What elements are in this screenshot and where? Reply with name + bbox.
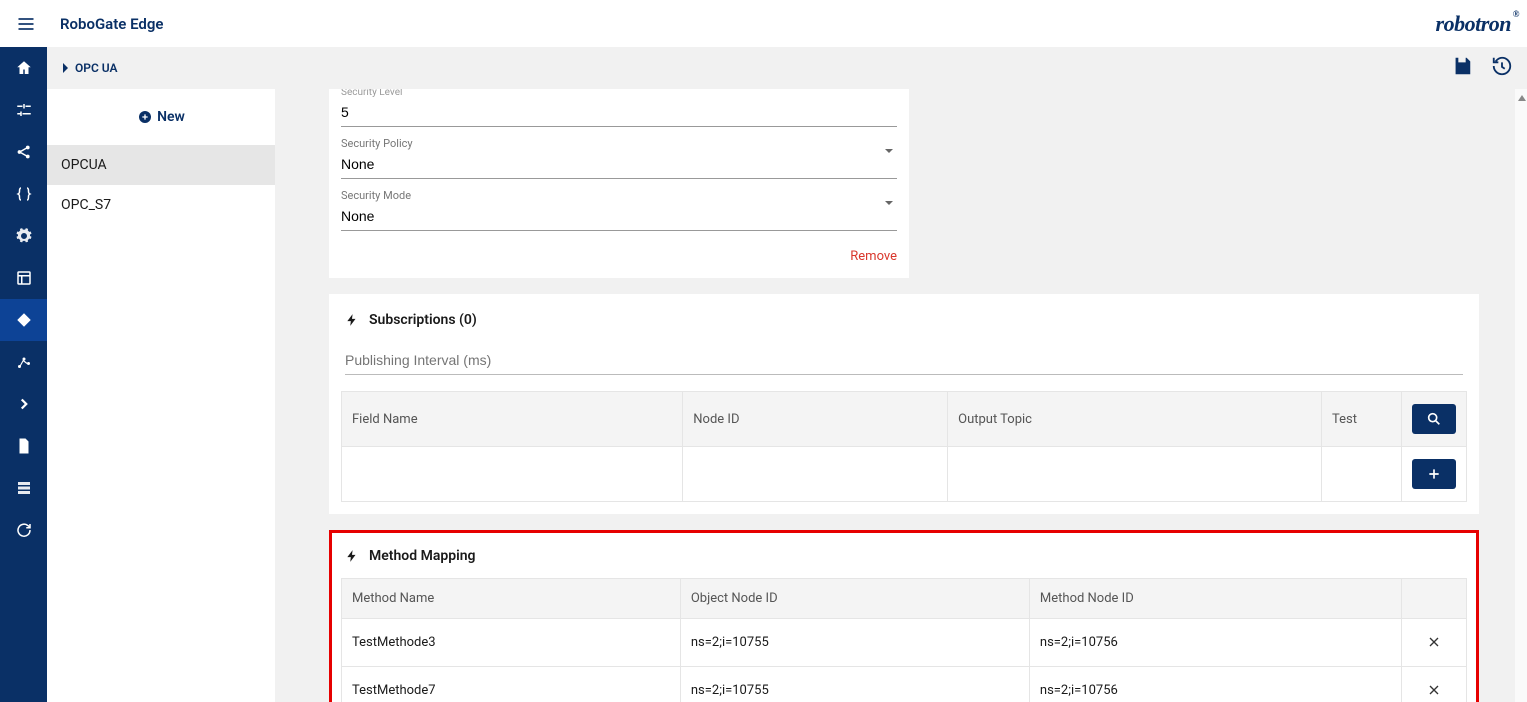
plus-icon xyxy=(1426,466,1442,482)
table-row: TestMethode7ns=2;i=10755ns=2;i=10756 xyxy=(342,667,1467,702)
security-policy-label: Security Policy xyxy=(341,137,897,150)
method-name-cell[interactable]: TestMethode3 xyxy=(342,619,681,667)
search-icon xyxy=(1426,411,1442,427)
method-node-id-cell[interactable]: ns=2;i=10756 xyxy=(1029,619,1401,667)
col-test: Test xyxy=(1322,392,1402,447)
bolt-icon xyxy=(345,549,359,563)
security-level-input[interactable] xyxy=(341,100,897,127)
method-mapping-title: Method Mapping xyxy=(369,548,476,564)
security-level-label-truncated: Security Level xyxy=(341,89,897,98)
remove-button[interactable]: Remove xyxy=(341,249,897,264)
nav-home[interactable] xyxy=(0,47,47,89)
nav-share[interactable] xyxy=(0,131,47,173)
search-nodes-button[interactable] xyxy=(1412,404,1456,434)
breadcrumb-label: OPC UA xyxy=(75,61,118,75)
refresh-icon xyxy=(15,521,33,539)
object-node-id-cell[interactable]: ns=2;i=10755 xyxy=(680,619,1029,667)
table-row: TestMethode3ns=2;i=10755ns=2;i=10756 xyxy=(342,619,1467,667)
object-node-id-cell[interactable]: ns=2;i=10755 xyxy=(680,667,1029,702)
plus-circle-icon xyxy=(137,109,153,125)
save-icon xyxy=(1451,55,1473,77)
nav-file[interactable] xyxy=(0,425,47,467)
chevron-down-icon xyxy=(883,145,895,157)
sidebar-item-opcua[interactable]: OPCUA xyxy=(47,145,275,185)
gear-icon xyxy=(15,227,33,245)
breadcrumb[interactable]: OPC UA xyxy=(61,61,118,75)
method-node-id-cell[interactable]: ns=2;i=10756 xyxy=(1029,667,1401,702)
share-icon xyxy=(15,143,33,161)
nav-stack[interactable] xyxy=(0,467,47,509)
security-card: Security Level Security Policy Security … xyxy=(329,89,909,278)
chevron-right-small-icon xyxy=(61,63,69,73)
file-icon xyxy=(15,437,33,455)
restore-icon xyxy=(1491,55,1513,77)
braces-icon xyxy=(15,185,33,203)
security-mode-select[interactable] xyxy=(341,204,897,231)
method-mapping-table: Method Name Object Node ID Method Node I… xyxy=(341,578,1467,702)
nav-diamond[interactable] xyxy=(0,299,47,341)
empty-cell[interactable] xyxy=(1322,447,1402,502)
diamond-icon xyxy=(15,311,33,329)
method-name-cell[interactable]: TestMethode7 xyxy=(342,667,681,702)
col-node-id: Node ID xyxy=(683,392,948,447)
nav-scatter[interactable] xyxy=(0,341,47,383)
chevron-right-icon xyxy=(15,395,33,413)
delete-row-button[interactable] xyxy=(1423,631,1445,653)
menu-toggle-icon[interactable] xyxy=(16,14,36,34)
layout-icon xyxy=(15,269,33,287)
subscriptions-card: Subscriptions (0) Field Name Node ID Out… xyxy=(329,294,1479,514)
security-mode-label: Security Mode xyxy=(341,189,897,202)
publishing-interval-input[interactable] xyxy=(345,348,1463,375)
method-mapping-card: Method Mapping Method Name Object Node I… xyxy=(329,530,1479,702)
add-subscription-button[interactable] xyxy=(1412,459,1456,489)
col-object-node-id: Object Node ID xyxy=(680,579,1029,619)
sidebar-item-opc-s7[interactable]: OPC_S7 xyxy=(47,185,275,225)
scatter-icon xyxy=(15,353,33,371)
col-action xyxy=(1402,392,1467,447)
new-button[interactable]: New xyxy=(47,89,275,145)
nav-layout[interactable] xyxy=(0,257,47,299)
app-title: RoboGate Edge xyxy=(60,15,163,33)
nav-braces[interactable] xyxy=(0,173,47,215)
nav-refresh[interactable] xyxy=(0,509,47,551)
empty-cell[interactable] xyxy=(683,447,948,502)
restore-button[interactable] xyxy=(1491,55,1513,81)
sliders-icon xyxy=(15,101,33,119)
left-nav xyxy=(0,47,47,702)
scrollbar[interactable] xyxy=(1515,89,1527,702)
subscriptions-title: Subscriptions (0) xyxy=(369,312,477,328)
col-output-topic: Output Topic xyxy=(948,392,1322,447)
nav-sliders[interactable] xyxy=(0,89,47,131)
chevron-down-icon xyxy=(883,197,895,209)
col-method-node-id: Method Node ID xyxy=(1029,579,1401,619)
stack-icon xyxy=(15,479,33,497)
col-action xyxy=(1402,579,1467,619)
bolt-icon xyxy=(345,313,359,327)
new-button-label: New xyxy=(157,109,185,125)
col-field-name: Field Name xyxy=(342,392,683,447)
col-method-name: Method Name xyxy=(342,579,681,619)
scroll-up-arrow-icon xyxy=(1518,93,1526,101)
brand-logo: robotron® xyxy=(1436,11,1511,37)
save-button[interactable] xyxy=(1451,55,1473,81)
home-icon xyxy=(15,59,33,77)
empty-cell[interactable] xyxy=(342,447,683,502)
nav-gear[interactable] xyxy=(0,215,47,257)
empty-cell[interactable] xyxy=(948,447,1322,502)
delete-row-button[interactable] xyxy=(1423,679,1445,701)
security-policy-select[interactable] xyxy=(341,152,897,179)
nav-chevron[interactable] xyxy=(0,383,47,425)
subscriptions-table: Field Name Node ID Output Topic Test xyxy=(341,391,1467,502)
